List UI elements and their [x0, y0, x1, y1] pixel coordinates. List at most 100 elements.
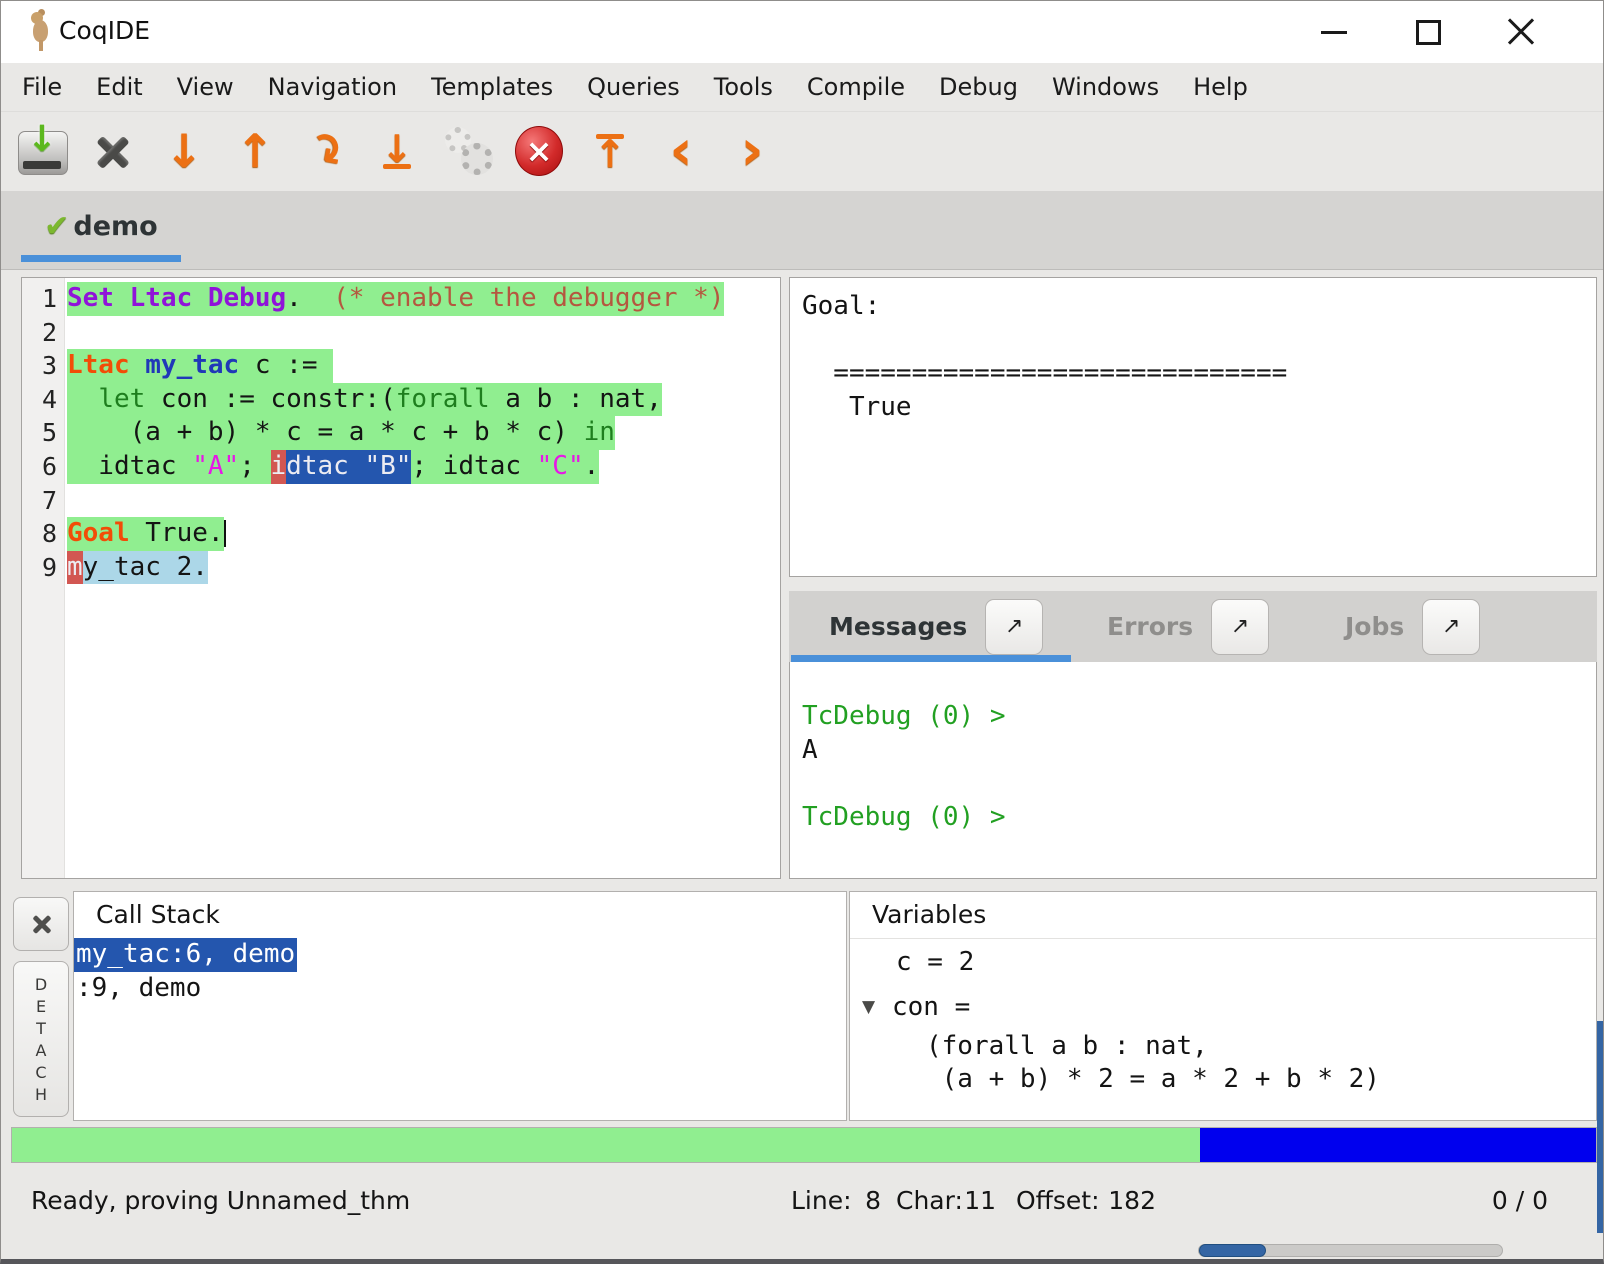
code-segment: i	[271, 450, 287, 484]
run-to-cursor-button[interactable]: ↷	[301, 122, 351, 180]
detach-messages-button[interactable]: ↗	[985, 599, 1043, 655]
script-editor[interactable]: 123456789 Set Ltac Debug. (* enable the …	[21, 277, 781, 879]
toolbar: ↓ ↓ ↑ ↷ ↓ × ↑	[1, 112, 1603, 190]
code-segment: True.	[130, 517, 224, 551]
line-number: 4	[22, 383, 64, 417]
menu-item-help[interactable]: Help	[1176, 73, 1265, 101]
detach-icon: ↗	[1005, 614, 1023, 639]
tab-jobs[interactable]: Jobs ↗	[1345, 598, 1480, 655]
goal-panel[interactable]: Goal: ============================= True	[789, 277, 1597, 577]
right-edge-scrollbar[interactable]	[1597, 1021, 1603, 1233]
jobs-tab-label[interactable]: Jobs	[1345, 612, 1404, 641]
maximize-button[interactable]	[1405, 10, 1451, 54]
minimize-button[interactable]	[1311, 10, 1357, 54]
run-to-end-button[interactable]: ↓	[372, 122, 422, 180]
save-button[interactable]: ↓	[17, 122, 67, 180]
job-counter: 0 / 0	[1438, 1186, 1548, 1215]
tab-demo[interactable]: ✔ demo	[21, 191, 181, 262]
gears-icon	[443, 125, 493, 177]
step-forward-button[interactable]: ↓	[159, 122, 209, 180]
menu-item-queries[interactable]: Queries	[570, 73, 697, 101]
code-line-9[interactable]: my_tac 2.	[67, 551, 780, 585]
previous-button[interactable]: ‹	[656, 122, 706, 180]
detach-icon: ↗	[1231, 614, 1249, 639]
close-button[interactable]	[1498, 10, 1544, 54]
line-number: 7	[22, 484, 64, 518]
code-segment: m	[67, 551, 83, 585]
detach-debugger-button[interactable]: DETACH	[13, 961, 69, 1117]
callstack-frame[interactable]: my_tac:6, demo	[74, 938, 297, 972]
variable-text: con =	[892, 992, 970, 1022]
menu-item-templates[interactable]: Templates	[414, 73, 570, 101]
line-label: Line:	[791, 1186, 852, 1215]
menu-item-tools[interactable]: Tools	[697, 73, 790, 101]
messages-panel[interactable]: TcDebug (0) >ATcDebug (0) >	[789, 662, 1597, 879]
menu-item-debug[interactable]: Debug	[922, 73, 1035, 101]
fully-check-button[interactable]	[443, 122, 493, 180]
close-doc-button[interactable]	[88, 122, 138, 180]
code-line-6[interactable]: idtac "A"; idtac "B"; idtac "C".	[67, 450, 780, 484]
code-line-8[interactable]: Goal True.	[67, 517, 780, 551]
arrow-up-to-bar-icon: ↑	[594, 134, 626, 169]
goal-blank-line	[802, 324, 1596, 358]
variable-row[interactable]: (a + b) * 2 = a * 2 + b * 2)	[850, 1063, 1596, 1097]
variable-text: (forall a b : nat,	[926, 1031, 1208, 1061]
tab-errors[interactable]: Errors ↗	[1107, 598, 1269, 655]
code-line-1[interactable]: Set Ltac Debug. (* enable the debugger *…	[67, 282, 780, 316]
variable-row[interactable]: ▼con =	[850, 984, 1596, 1029]
tab-messages[interactable]: Messages ↗	[829, 598, 1043, 655]
arrow-down-icon: ↓	[165, 128, 204, 174]
step-backward-button[interactable]: ↑	[230, 122, 280, 180]
menu-item-compile[interactable]: Compile	[790, 73, 922, 101]
variable-row[interactable]: c = 2	[850, 939, 1596, 984]
title-bar[interactable]: CoqIDE	[1, 1, 1603, 63]
messages-tab-label[interactable]: Messages	[829, 612, 967, 641]
offset-label: Offset:	[1016, 1186, 1100, 1215]
code-line-4[interactable]: let con := constr:(forall a b : nat,	[67, 383, 780, 417]
code-segment: "C"	[537, 450, 584, 484]
code-segment: Set Ltac Debug	[67, 282, 286, 316]
code-line-7[interactable]	[67, 484, 780, 518]
code-segment: forall	[396, 383, 490, 417]
mini-progress-track	[1198, 1244, 1503, 1257]
logo-part	[39, 40, 43, 51]
detach-jobs-button[interactable]: ↗	[1422, 599, 1480, 655]
code-line-2[interactable]	[67, 316, 780, 350]
window-title: CoqIDE	[59, 16, 150, 45]
detach-letter: A	[36, 1041, 47, 1060]
detach-errors-button[interactable]: ↗	[1211, 599, 1269, 655]
code-line-5[interactable]: (a + b) * c = a * c + b * c) in	[67, 416, 780, 450]
progress-processed	[12, 1128, 1200, 1162]
message-tab-bar: Messages ↗ Errors ↗ Jobs ↗	[789, 591, 1597, 662]
code-line-3[interactable]: Ltac my_tac c :=	[67, 349, 780, 383]
code-segment	[302, 282, 333, 316]
stop-icon: ×	[515, 126, 563, 176]
menu-item-file[interactable]: File	[5, 73, 79, 101]
line-number-gutter: 123456789	[22, 278, 65, 878]
call-stack-panel: DETACH Call Stack my_tac:6, demo:9, demo	[11, 891, 847, 1121]
tab-strip: ✔ demo	[1, 191, 1603, 270]
arrow-up-icon: ↑	[236, 128, 275, 174]
code-segment: y_tac 2.	[83, 551, 208, 585]
call-stack-list[interactable]: Call Stack my_tac:6, demo:9, demo	[73, 891, 847, 1121]
menu-item-navigation[interactable]: Navigation	[251, 73, 414, 101]
logo-part	[33, 20, 48, 42]
menu-item-edit[interactable]: Edit	[79, 73, 159, 101]
debugger-close-button[interactable]	[13, 897, 69, 951]
next-button[interactable]: ›	[727, 122, 777, 180]
save-icon: ↓	[18, 127, 66, 175]
expander-triangle-icon[interactable]: ▼	[862, 997, 892, 1017]
callstack-frame[interactable]: :9, demo	[74, 972, 203, 1006]
detach-letter: T	[36, 1019, 46, 1038]
menu-item-windows[interactable]: Windows	[1035, 73, 1176, 101]
interrupt-button[interactable]: ×	[514, 122, 564, 180]
variables-panel[interactable]: Variables c = 2▼con =(forall a b : nat, …	[849, 891, 1597, 1121]
detach-letter: H	[35, 1085, 47, 1104]
errors-tab-label[interactable]: Errors	[1107, 612, 1193, 641]
code-segment: Goal	[67, 517, 130, 551]
editor-code[interactable]: Set Ltac Debug. (* enable the debugger *…	[65, 278, 780, 878]
chevron-left-icon: ‹	[669, 129, 692, 174]
variable-row[interactable]: (forall a b : nat,	[850, 1029, 1596, 1063]
menu-item-view[interactable]: View	[160, 73, 251, 101]
restart-button[interactable]: ↑	[585, 122, 635, 180]
